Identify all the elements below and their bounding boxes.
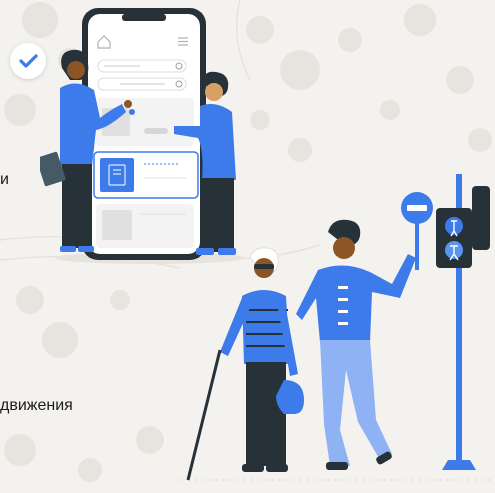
pedestrian-traffic-light-icon xyxy=(436,186,490,268)
elderly-man-figure xyxy=(186,247,304,481)
pedestrians-illustration xyxy=(180,174,495,481)
text-fragment-2: движения xyxy=(0,397,73,414)
young-man-figure xyxy=(296,219,416,470)
text-fragment-1: и xyxy=(0,171,9,188)
